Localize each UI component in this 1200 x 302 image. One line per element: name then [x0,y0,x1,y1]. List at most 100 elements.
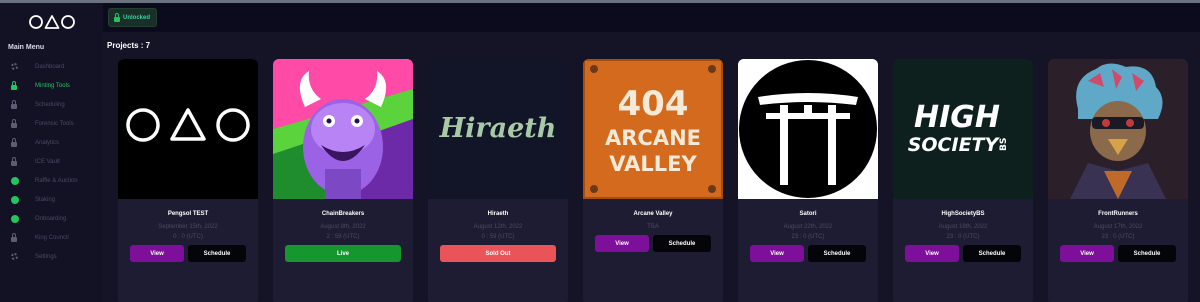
project-date: August 17th, 2022 [1093,224,1143,230]
sidebar-item-settings[interactable]: Settings [0,247,103,266]
project-image-chainbreakers [273,59,413,199]
schedule-button[interactable]: Schedule [963,245,1021,262]
sidebar-item-label: Settings [35,253,57,260]
project-name: Arcane Valley [633,211,673,217]
project-name: FrontRunners [1098,211,1138,217]
project-card-chainbreakers: ChainBreakers August 8th, 2022 2 : 59 (U… [273,59,413,302]
project-time: 2 : 59 (UTC) [326,234,360,240]
project-image-hiraeth: Hiraeth [428,59,568,199]
project-date: August 12th, 2022 [473,224,523,230]
schedule-button[interactable]: Schedule [1118,245,1176,262]
main-menu-title: Main Menu [8,44,45,51]
lock-icon [11,99,29,110]
sidebar-item-analytics[interactable]: Analytics [0,133,103,152]
card-buttons: View Schedule [1060,245,1176,262]
sidebar-item-label: Onboarding [35,215,67,222]
hsbs-text-society: SOCIETY [908,134,1001,156]
green-dot-icon [11,176,29,186]
sidebar-item-label: Minting Tools [35,82,70,89]
sidebar-item-dashboard[interactable]: Dashboard [0,57,103,76]
project-card-highsocietybs: HIGH SOCIETY BS HighSocietyBS August 18t… [893,59,1033,302]
project-card-arcane-valley: 404 ARCANE VALLEY Arcane Valley TBA View… [583,59,723,302]
lock-icon [11,118,29,129]
unlock-icon [114,12,120,22]
project-name: Satori [799,211,817,217]
project-time: 23 : 0 (UTC) [946,234,980,240]
card-buttons: Sold Out [440,245,556,262]
view-button[interactable]: View [1060,245,1114,262]
unlocked-badge[interactable]: Unlocked [108,8,158,27]
project-name: Hiraeth [487,211,509,217]
green-dot-icon [11,195,29,205]
sidebar-item-forensic-tools[interactable]: Forensic Tools [0,114,103,133]
project-card-pengsol-test: Pengsol TEST September 15th, 2022 0 : 0 … [118,59,258,302]
lock-icon [11,232,29,243]
live-button[interactable]: Live [285,245,401,262]
project-date: August 8th, 2022 [320,224,366,230]
schedule-button[interactable]: Schedule [808,245,866,262]
project-card-hiraeth: Hiraeth Hiraeth August 12th, 2022 0 : 59… [428,59,568,302]
sidebar-item-staking[interactable]: Staking [0,190,103,209]
view-button[interactable]: View [905,245,959,262]
project-date: TBA [647,224,659,230]
hsbs-text-high: HIGH [914,100,1000,135]
sidebar: Main Menu Dashboard Minting Tools Schedu… [0,3,103,302]
card-buttons: View Schedule [130,245,246,262]
sidebar-item-label: King Council [35,234,69,241]
project-date: September 15th, 2022 [158,224,218,230]
sidebar-item-label: Staking [35,196,56,203]
view-button[interactable]: View [750,245,804,262]
top-bar: Unlocked [103,3,1200,32]
sold-out-button[interactable]: Sold Out [440,245,556,262]
sidebar-item-raffle-auction[interactable]: Raffle & Auction [0,171,103,190]
green-dot-icon [11,214,29,224]
card-buttons: View Schedule [905,245,1021,262]
schedule-button[interactable]: Schedule [188,245,246,262]
sidebar-item-onboarding[interactable]: Onboarding [0,209,103,228]
card-buttons: View Schedule [595,235,711,252]
schedule-button[interactable]: Schedule [653,235,711,252]
project-card-satori: Satori August 22th, 2022 23 : 0 (UTC) Vi… [738,59,878,302]
sidebar-item-scheduling[interactable]: Scheduling [0,95,103,114]
lock-icon [11,137,29,148]
main-content: Projects : 7 Pengsol TEST September 15th… [103,32,1200,302]
arcane-text-404: 404 [618,84,689,124]
sidebar-item-label: ICE Vault [35,158,60,165]
hsbs-text-bs: BS [999,138,1009,151]
view-button[interactable]: View [130,245,184,262]
sidebar-item-label: Raffle & Auction [35,177,78,184]
sidebar-item-minting-tools[interactable]: Minting Tools [0,76,103,95]
sidebar-item-label: Scheduling [35,101,65,108]
project-image-pengsol-test [118,59,258,199]
project-name: HighSocietyBS [941,211,985,217]
unlock-icon [11,80,29,91]
sidebar-item-label: Dashboard [35,63,65,70]
project-time: 23 : 0 (UTC) [791,234,825,240]
gear-icon [11,62,29,72]
sidebar-item-king-council[interactable]: King Council [0,228,103,247]
project-image-highsocietybs: HIGH SOCIETY BS [893,59,1033,199]
project-image-arcane-valley: 404 ARCANE VALLEY [583,59,723,201]
project-image-frontrunners [1048,59,1188,199]
project-image-satori [738,59,878,199]
sidebar-item-label: Forensic Tools [35,120,74,127]
sidebar-item-label: Analytics [35,139,60,146]
project-date: August 18th, 2022 [938,224,988,230]
main-menu: Dashboard Minting Tools Scheduling Foren… [0,57,103,266]
project-card-frontrunners: FrontRunners August 17th, 2022 23 : 0 (U… [1048,59,1188,302]
sidebar-item-ice-vault[interactable]: ICE Vault [0,152,103,171]
view-button[interactable]: View [595,235,649,252]
app-logo[interactable] [29,14,75,35]
card-buttons: Live [285,245,401,262]
lock-icon [11,156,29,167]
project-time: 0 : 59 (UTC) [481,234,515,240]
project-time: 0 : 0 (UTC) [173,234,203,240]
projects-count: Projects : 7 [107,41,151,50]
hiraeth-logo-text: Hiraeth [439,113,557,144]
card-buttons: View Schedule [750,245,866,262]
unlocked-badge-label: Unlocked [123,14,151,21]
arcane-text-valley: VALLEY [609,152,697,176]
arcane-text-arcane: ARCANE [605,126,701,150]
project-name: Pengsol TEST [167,211,209,217]
project-time: 23 : 0 (UTC) [1101,234,1135,240]
